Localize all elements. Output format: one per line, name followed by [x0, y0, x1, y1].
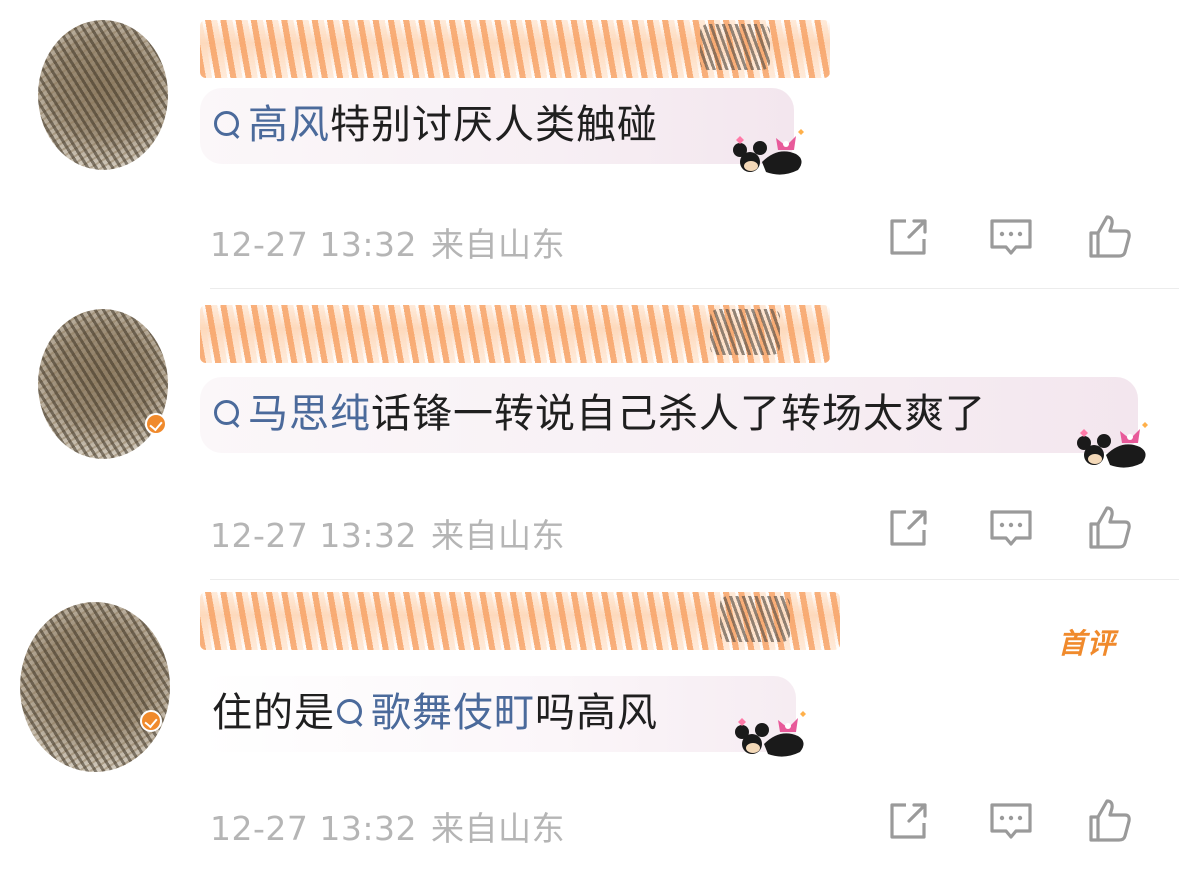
comment-plain-text: 特别讨厌人类触碰: [330, 102, 658, 148]
comment-button[interactable]: [986, 503, 1036, 553]
comment-meta: 12-27 13:32 来自山东: [210, 218, 565, 266]
comment-text: 高风特别讨厌人类触碰: [212, 101, 658, 149]
comment-actions: [884, 503, 1144, 553]
like-button[interactable]: [1084, 503, 1134, 553]
share-button[interactable]: [884, 212, 934, 262]
avatar[interactable]: [20, 602, 170, 772]
minnie-sticker-icon: [1076, 421, 1156, 477]
like-button[interactable]: [1084, 212, 1134, 262]
comment-text: 马思纯话锋一转说自己杀人了转场太爽了: [212, 390, 986, 438]
comment-item: 高风特别讨厌人类触碰 12-27 13:32 来自山东: [0, 0, 1179, 288]
first-comment-badge: 首评: [1058, 627, 1117, 660]
comment-text-bubble: 高风特别讨厌人类触碰: [200, 88, 794, 164]
share-button[interactable]: [884, 503, 934, 553]
topic-link[interactable]: 高风: [212, 102, 330, 148]
comment-meta: 12-27 13:32 来自山东: [210, 509, 565, 557]
topic-link[interactable]: 马思纯: [212, 391, 371, 437]
comment-icon: [990, 510, 1032, 546]
comment-text-bubble: 马思纯话锋一转说自己杀人了转场太爽了: [200, 377, 1138, 453]
comment-plain-text: 话锋一转说自己杀人了转场太爽了: [371, 391, 986, 437]
comment-meta: 12-27 13:32 来自山东: [210, 802, 565, 850]
comment-text-bubble: 住的是 歌舞伎町吗高风: [200, 676, 796, 752]
thumbs-up-icon: [1089, 506, 1131, 549]
comment-text: 住的是 歌舞伎町吗高风: [212, 689, 658, 737]
minnie-sticker-icon: [732, 128, 812, 184]
comment-icon: [990, 219, 1032, 255]
username-redacted[interactable]: [200, 305, 830, 363]
avatar[interactable]: [38, 309, 168, 459]
location: 来自山东: [430, 225, 565, 264]
share-icon: [890, 803, 927, 839]
avatar[interactable]: [38, 20, 168, 170]
comment-actions: [884, 212, 1144, 262]
thumbs-up-icon: [1089, 799, 1131, 842]
timestamp: 12-27 13:32: [210, 225, 417, 264]
search-icon: [212, 398, 242, 428]
thumbs-up-icon: [1089, 215, 1131, 258]
comment-button[interactable]: [986, 796, 1036, 846]
share-icon: [890, 510, 927, 546]
verified-badge-icon: [145, 413, 167, 435]
share-button[interactable]: [884, 796, 934, 846]
comment-icon: [990, 803, 1032, 839]
timestamp: 12-27 13:32: [210, 809, 417, 848]
like-button[interactable]: [1084, 796, 1134, 846]
search-icon: [212, 109, 242, 139]
comment-button[interactable]: [986, 212, 1036, 262]
search-icon: [335, 697, 365, 727]
comment-item: 首评 住的是 歌舞伎町吗高风 12-27 13:32 来自山东: [0, 580, 1179, 870]
minnie-sticker-icon: [734, 710, 814, 766]
username-redacted[interactable]: [200, 592, 840, 650]
comment-item: 马思纯话锋一转说自己杀人了转场太爽了 12-27 13:32 来自山东: [0, 289, 1179, 579]
username-redacted[interactable]: [200, 20, 830, 78]
location: 来自山东: [430, 809, 565, 848]
share-icon: [890, 219, 927, 255]
verified-badge-icon: [140, 710, 162, 732]
timestamp: 12-27 13:32: [210, 516, 417, 555]
comment-plain-text: 住的是: [212, 690, 335, 736]
topic-link[interactable]: 歌舞伎町: [335, 690, 535, 736]
location: 来自山东: [430, 516, 565, 555]
comment-plain-text: 吗高风: [535, 690, 658, 736]
comment-actions: [884, 796, 1144, 846]
